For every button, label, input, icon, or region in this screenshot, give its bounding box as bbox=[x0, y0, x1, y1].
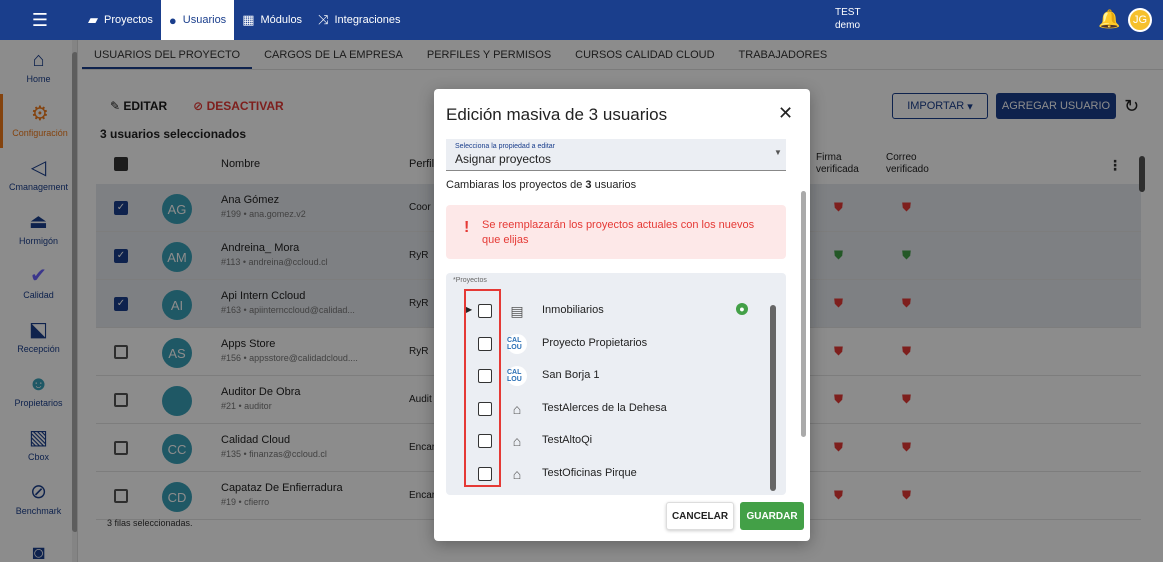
nav-label: Módulos bbox=[260, 14, 303, 26]
dialog-scrollbar[interactable] bbox=[800, 141, 808, 501]
env-name: TEST bbox=[835, 7, 861, 18]
calcloud-logo-icon: CAL LOU bbox=[507, 366, 527, 386]
project-name: TestOficinas Pirque bbox=[542, 466, 637, 479]
select-value: Asignar proyectos bbox=[455, 152, 552, 166]
project-name: TestAltoQi bbox=[542, 434, 593, 446]
project-name: San Borja 1 bbox=[542, 369, 600, 381]
dialog-description: Cambiaras los proyectos de 3 usuarios bbox=[446, 179, 636, 191]
project-list-scrollbar[interactable] bbox=[768, 293, 778, 491]
dialog-title: Edición masiva de 3 usuarios bbox=[446, 105, 668, 124]
user-avatar[interactable]: JG bbox=[1128, 8, 1152, 32]
nav-label: Proyectos bbox=[104, 14, 153, 26]
bell-icon[interactable]: 🔔 bbox=[1098, 9, 1120, 30]
nav-usuarios[interactable]: ● Usuarios bbox=[160, 0, 235, 40]
project-name: TestAlerces de la Dehesa bbox=[542, 401, 667, 414]
bulk-edit-dialog: Edición masiva de 3 usuarios ✕ Seleccion… bbox=[434, 89, 810, 541]
hamburger-menu-icon[interactable]: ☰ bbox=[0, 0, 80, 40]
property-select[interactable]: Selecciona la propiedad a editar Asignar… bbox=[446, 139, 786, 171]
user-badge-icon: ● bbox=[736, 303, 748, 315]
project-list: *Proyectos ▶ ▤ Inmobiliarios ● CAL LOU Proyec… bbox=[446, 273, 786, 495]
nav-modulos[interactable]: ▦ Módulos bbox=[234, 0, 310, 40]
calcloud-logo-icon: CAL LOU bbox=[507, 333, 527, 354]
scrollbar-thumb[interactable] bbox=[801, 191, 806, 437]
house-icon: ⌂ bbox=[512, 433, 522, 449]
shuffle-icon: ⤨ bbox=[318, 12, 329, 27]
project-name: Proyecto Propietarios bbox=[542, 336, 648, 349]
warning-text: Se reemplazarán los proyectos actuales c… bbox=[482, 219, 755, 246]
nav-label: Integraciones bbox=[334, 14, 401, 26]
house-icon: ⌂ bbox=[512, 465, 522, 482]
nav-proyectos[interactable]: ▰ Proyectos bbox=[80, 0, 161, 40]
scrollbar-thumb[interactable] bbox=[770, 305, 776, 491]
grid-icon: ▦ bbox=[242, 12, 255, 27]
building-icon: ▤ bbox=[510, 302, 524, 319]
briefcase-icon: ▰ bbox=[88, 12, 98, 27]
highlight-box bbox=[464, 289, 501, 487]
desc-prefix: Cambiaras los proyectos de bbox=[446, 179, 586, 191]
exclamation-icon: ! bbox=[464, 219, 470, 236]
house-icon: ⌂ bbox=[512, 400, 522, 417]
nav-integraciones[interactable]: ⤨ Integraciones bbox=[310, 0, 408, 40]
top-bar: ☰ ▰ Proyectos ● Usuarios ▦ Módulos ⤨ Integra… bbox=[0, 0, 1163, 40]
desc-suffix: usuarios bbox=[591, 179, 637, 191]
close-icon[interactable]: ✕ bbox=[778, 103, 793, 124]
select-label: Selecciona la propiedad a editar bbox=[455, 143, 556, 150]
top-nav: ▰ Proyectos ● Usuarios ▦ Módulos ⤨ Integraci… bbox=[80, 0, 409, 40]
project-name: Inmobiliarios bbox=[542, 304, 604, 316]
warning-alert: ! Se reemplazarán los proyectos actuales… bbox=[446, 205, 786, 259]
chevron-down-icon: ▼ bbox=[774, 148, 782, 157]
project-list-label: *Proyectos bbox=[453, 277, 487, 284]
cancel-button[interactable]: CANCELAR bbox=[666, 502, 734, 530]
env-sub: demo bbox=[835, 20, 861, 31]
environment-label: TEST demo bbox=[835, 6, 861, 32]
save-button[interactable]: GUARDAR bbox=[740, 502, 804, 530]
nav-label: Usuarios bbox=[182, 14, 227, 26]
user-icon: ● bbox=[168, 12, 177, 28]
